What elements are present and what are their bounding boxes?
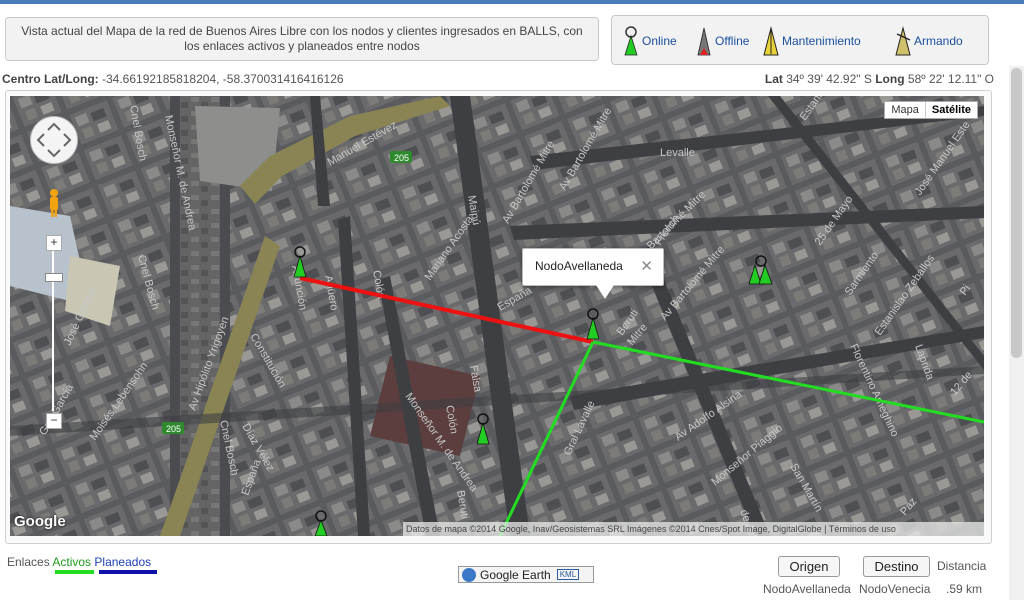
cursor-latlong: Lat 34º 39' 42.92" S Long 58º 22' 12.11"… [765, 72, 994, 86]
legend-armando[interactable]: Armando [894, 26, 963, 56]
node-tower-icon[interactable] [473, 411, 493, 445]
popup-node-title: NodoAvellaneda [535, 259, 623, 273]
center-coordinates: Centro Lat/Long: -34.66192185818204, -58… [2, 72, 344, 86]
legend-offline[interactable]: Offline [695, 26, 749, 56]
pan-control[interactable] [30, 116, 78, 164]
map-type-satellite-button[interactable]: Satélite [924, 102, 977, 118]
distance-value: .59 km [946, 582, 983, 596]
active-links-label: Activos [52, 555, 92, 569]
planned-link-swatch [99, 570, 157, 574]
map-canvas[interactable]: 205 205 Manuel Estévez Av Bartolomé Mitr… [10, 96, 984, 536]
lat-value: 34º 39' 42.92" S [786, 72, 872, 86]
legend-armando-label[interactable]: Armando [914, 34, 963, 48]
google-earth-button[interactable]: Google Earth KML [458, 566, 594, 583]
links-label: Enlaces [7, 555, 50, 569]
popup-tail [596, 285, 614, 299]
building-tower-icon [895, 26, 911, 56]
street-label: Levalle [660, 147, 695, 159]
offline-tower-icon [697, 27, 711, 56]
map-description: Vista actual del Mapa de la red de Bueno… [5, 17, 599, 61]
legend-mantenimiento[interactable]: Mantenimiento [762, 26, 861, 56]
route-205-badge-label: 205 [394, 153, 409, 163]
maintenance-tower-icon [763, 26, 779, 56]
node-tower-icon[interactable] [290, 244, 310, 278]
map-attribution[interactable]: Datos de mapa ©2014 Google, Inav/Geosist… [403, 522, 984, 536]
destination-button[interactable]: Destino [863, 556, 930, 577]
long-label: Long [875, 72, 905, 86]
page-scrollbar-thumb[interactable] [1011, 68, 1022, 358]
kml-badge: KML [556, 569, 580, 580]
destination-value: NodoVenecia [859, 582, 931, 596]
satellite-imagery: 205 205 Manuel Estévez Av Bartolomé Mitr… [10, 96, 984, 536]
legend-mantenimiento-label[interactable]: Mantenimiento [782, 34, 861, 48]
node-info-popup: NodoAvellaneda ✕ [522, 248, 664, 299]
zoom-in-button[interactable]: + [46, 235, 62, 251]
street-view-pegman-icon[interactable] [47, 188, 61, 218]
legend-online-label[interactable]: Online [642, 34, 677, 48]
origin-button[interactable]: Origen [778, 556, 840, 577]
links-legend: Enlaces Activos Planeados [7, 555, 151, 569]
zoom-slider-handle[interactable] [45, 273, 63, 282]
pan-arrows-icon [36, 122, 72, 158]
legend-online[interactable]: Online [622, 26, 677, 56]
google-logo: Google [14, 513, 66, 530]
planned-links-label: Planeados [94, 555, 152, 569]
route-205-badge-label: 205 [166, 424, 181, 434]
center-label: Centro Lat/Long: [2, 72, 99, 86]
zoom-out-button[interactable]: − [46, 413, 62, 429]
origin-value: NodoAvellaneda [763, 582, 851, 596]
status-legend: Online Offline Mantenimiento Armando [611, 15, 989, 65]
google-earth-label: Google Earth [480, 567, 551, 582]
online-tower-icon [624, 26, 638, 56]
active-link-swatch [55, 570, 94, 574]
close-icon[interactable]: ✕ [640, 257, 653, 275]
map-type-map-button[interactable]: Mapa [885, 102, 925, 118]
center-value: -34.66192185818204, -58.370031416416126 [102, 72, 344, 86]
map-type-control: Mapa Satélite [884, 101, 978, 119]
globe-icon [462, 567, 476, 582]
distance-label: Distancia [937, 559, 987, 573]
legend-offline-label[interactable]: Offline [715, 34, 749, 48]
node-tower-icon[interactable] [748, 253, 774, 285]
node-avellaneda-tower-icon[interactable] [583, 306, 603, 340]
long-value: 58º 22' 12.11" O [907, 72, 994, 86]
lat-label: Lat [764, 72, 783, 86]
node-tower-icon[interactable] [311, 508, 331, 536]
top-accent-bar [0, 0, 1024, 4]
